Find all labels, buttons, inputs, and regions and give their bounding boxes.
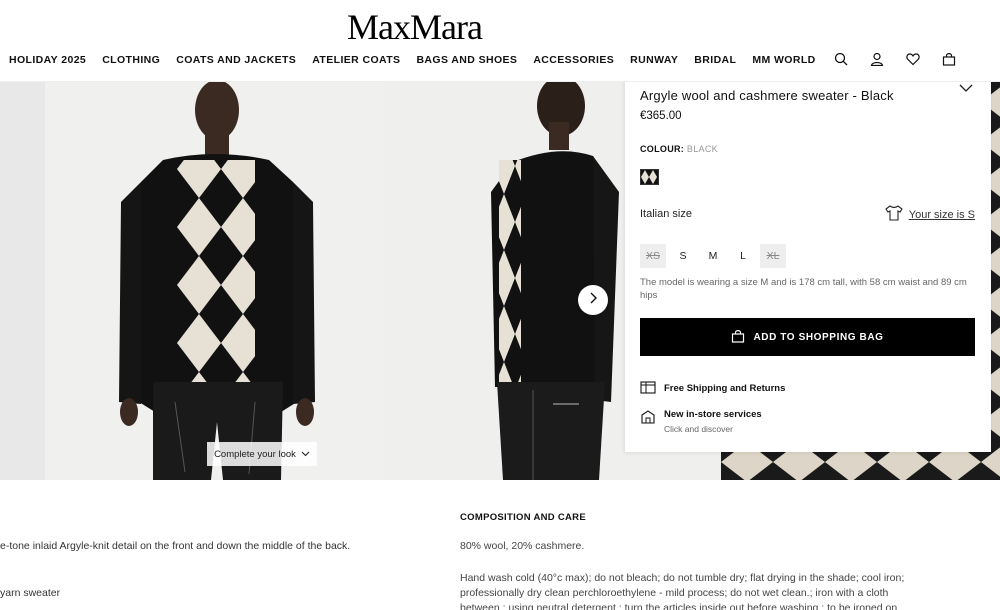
composition-text: 80% wool, 20% cashmere.: [460, 540, 585, 552]
in-store-subtitle: Click and discover: [664, 424, 733, 434]
chevron-right-icon: [589, 291, 597, 309]
product-image-front[interactable]: [45, 82, 383, 480]
free-shipping-link[interactable]: Free Shipping and Returns: [640, 380, 785, 397]
in-store-title: New in-store services: [664, 409, 762, 420]
collapse-panel-icon[interactable]: [959, 80, 973, 98]
nav-item-holiday[interactable]: HOLIDAY 2025: [9, 54, 86, 66]
add-to-bag-label: ADD TO SHOPPING BAG: [753, 331, 884, 343]
nav-item-clothing[interactable]: CLOTHING: [102, 54, 160, 66]
add-to-bag-button[interactable]: ADD TO SHOPPING BAG: [640, 318, 975, 356]
user-icon[interactable]: [870, 52, 884, 67]
model-size-note: The model is wearing a size M and is 178…: [640, 277, 967, 301]
colour-value: BLACK: [686, 144, 718, 154]
product-title: Argyle wool and cashmere sweater - Black: [640, 88, 894, 103]
composition-heading: COMPOSITION AND CARE: [460, 512, 586, 523]
size-system-label: Italian size: [640, 208, 692, 220]
nav-item-bags-shoes[interactable]: BAGS AND SHOES: [416, 54, 517, 66]
chevron-down-icon: [301, 449, 310, 460]
colour-swatch-black[interactable]: [640, 169, 659, 185]
shirt-icon: [885, 205, 903, 224]
site-header: MaxMara HOLIDAY 2025 CLOTHING COATS AND …: [0, 0, 1000, 82]
colour-row: COLOUR: BLACK: [640, 144, 718, 154]
size-option-m[interactable]: M: [700, 244, 726, 268]
nav-item-bridal[interactable]: BRIDAL: [694, 54, 736, 66]
nav-item-mm-world[interactable]: MM WORLD: [752, 54, 815, 66]
complete-look-label: Complete your look: [214, 448, 296, 460]
free-shipping-label: Free Shipping and Returns: [664, 383, 786, 394]
nav-item-runway[interactable]: RUNWAY: [630, 54, 678, 66]
search-icon[interactable]: [834, 52, 848, 66]
brand-logo[interactable]: MaxMara: [337, 6, 492, 48]
bag-icon: [731, 329, 745, 346]
care-instructions: Hand wash cold (40°c max); do not bleach…: [460, 572, 905, 610]
header-icons: [834, 52, 956, 67]
product-details-section: e-tone inlaid Argyle-knit detail on the …: [0, 480, 1000, 610]
main-nav: HOLIDAY 2025 CLOTHING COATS AND JACKETS …: [9, 54, 832, 66]
colour-label: COLOUR:: [640, 144, 685, 154]
nav-item-coats-jackets[interactable]: COATS AND JACKETS: [176, 54, 296, 66]
nav-item-atelier-coats[interactable]: ATELIER COATS: [312, 54, 400, 66]
your-size-label: Your size is S: [908, 208, 975, 221]
store-services-icon: [640, 409, 656, 434]
product-info-panel: Argyle wool and cashmere sweater - Black…: [625, 70, 991, 452]
size-selector: XS S M L XL: [640, 244, 786, 268]
gallery-next-button[interactable]: [578, 285, 608, 315]
size-option-xl[interactable]: XL: [760, 244, 786, 268]
in-store-services-link[interactable]: New in-store services Click and discover: [640, 409, 762, 434]
nav-item-accessories[interactable]: ACCESSORIES: [533, 54, 614, 66]
size-guide-link[interactable]: Your size is S: [885, 205, 975, 224]
description-text-2: yarn sweater: [0, 587, 61, 599]
size-option-s[interactable]: S: [670, 244, 696, 268]
description-text: e-tone inlaid Argyle-knit detail on the …: [0, 540, 351, 552]
bag-icon[interactable]: [942, 52, 956, 66]
size-option-l[interactable]: L: [730, 244, 756, 268]
complete-look-button[interactable]: Complete your look: [207, 442, 317, 466]
product-price: €365.00: [640, 110, 682, 122]
size-option-xs[interactable]: XS: [640, 244, 666, 268]
gallery-prev-image[interactable]: [0, 82, 45, 480]
shipping-box-icon: [640, 380, 656, 397]
heart-icon[interactable]: [906, 52, 920, 66]
